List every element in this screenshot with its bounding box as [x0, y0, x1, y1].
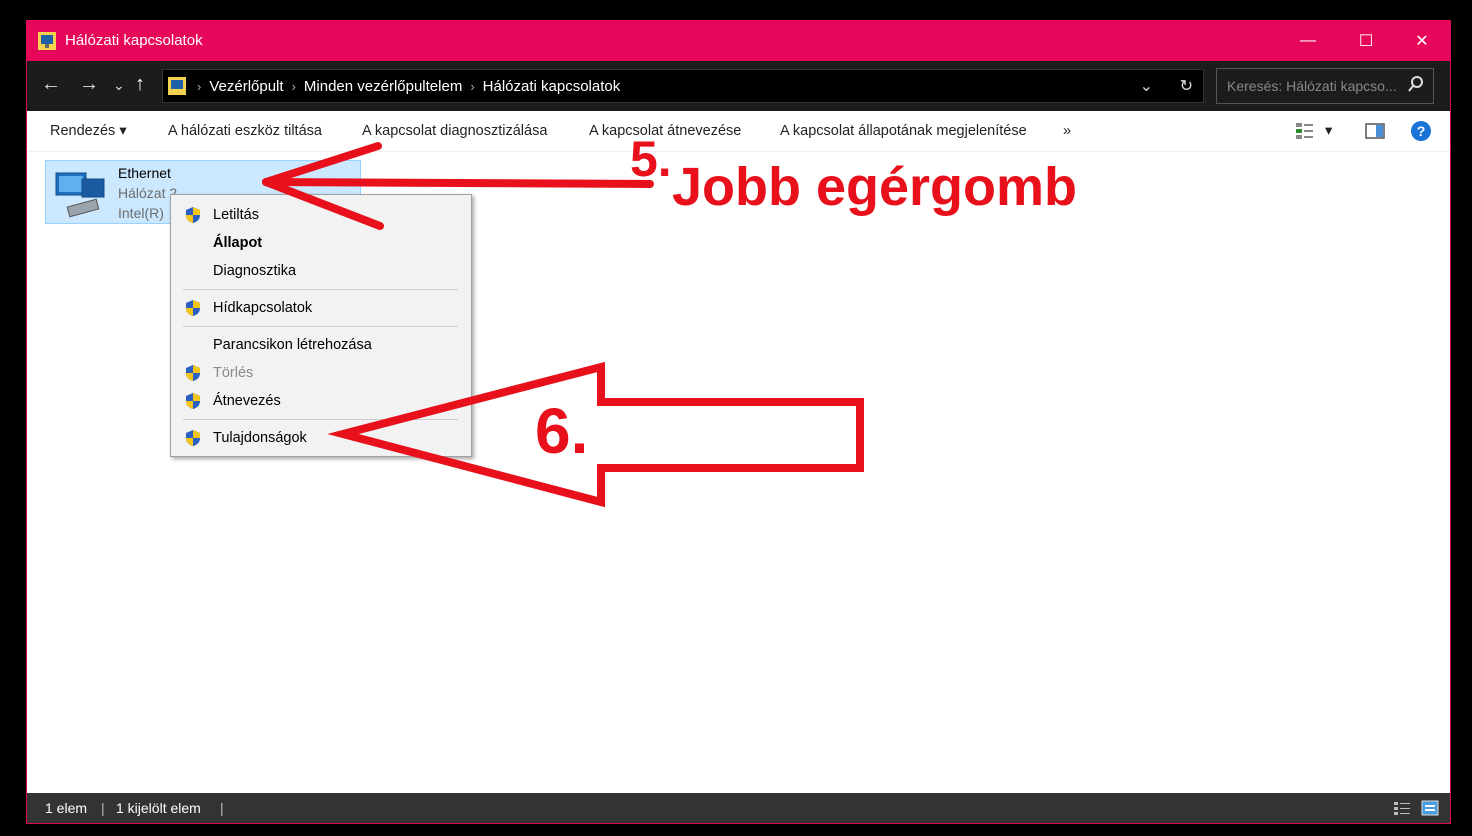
annotation-step-5-number: 5. — [630, 131, 672, 187]
annotation-arrows — [262, 142, 864, 508]
arrow-step-6 — [327, 361, 864, 508]
annotation-step-6-number: 6. — [535, 395, 589, 467]
annotation-step-5-text: Jobb egérgomb — [672, 157, 1078, 217]
arrow-step-5 — [262, 142, 654, 230]
